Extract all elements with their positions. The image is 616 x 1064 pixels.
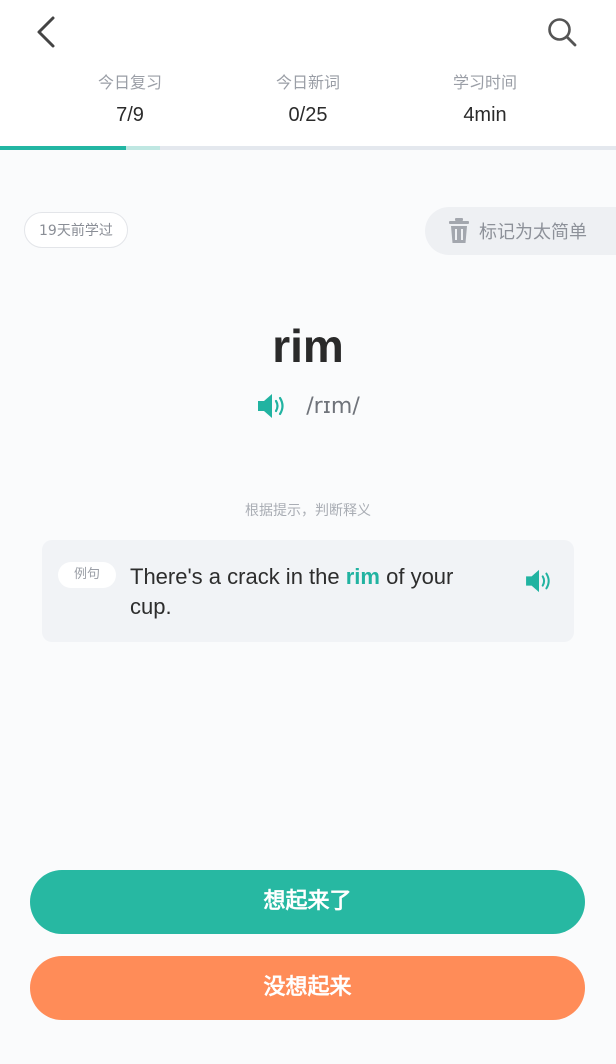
phonetic-transcription: /rɪm/ bbox=[306, 393, 360, 419]
stat-label: 今日复习 bbox=[97, 73, 162, 92]
stats-bar: 今日复习 7/9 今日新词 0/25 学习时间 4min bbox=[0, 64, 616, 148]
stat-label: 今日新词 bbox=[275, 73, 340, 92]
stat-value: 0/25 bbox=[288, 104, 328, 126]
stat-review: 今日复习 7/9 bbox=[50, 64, 210, 128]
speaker-icon bbox=[258, 394, 284, 418]
forgot-button[interactable]: 没想起来 bbox=[30, 956, 585, 1020]
mark-too-easy-label: 标记为太简单 bbox=[479, 222, 587, 243]
stat-study-time: 学习时间 4min bbox=[405, 64, 565, 128]
stat-value: 7/9 bbox=[116, 104, 144, 126]
example-tag: 例句 bbox=[58, 562, 116, 588]
search-icon bbox=[548, 18, 577, 47]
stat-value: 4min bbox=[463, 104, 507, 126]
top-nav-bar bbox=[0, 0, 616, 65]
chevron-left-icon bbox=[37, 16, 55, 48]
back-button[interactable] bbox=[26, 10, 66, 54]
example-text-before: There's a crack in the bbox=[130, 564, 346, 589]
search-button[interactable] bbox=[542, 10, 582, 54]
example-sentence: There's a crack in the rim of your cup. bbox=[130, 562, 470, 622]
mark-too-easy-button[interactable]: 标记为太简单 bbox=[425, 207, 616, 255]
last-learned-badge: 19天前学过 bbox=[24, 212, 128, 248]
word-headword: rim bbox=[272, 320, 344, 372]
trash-icon bbox=[449, 218, 469, 243]
progress-bar bbox=[0, 146, 616, 150]
example-audio-button[interactable] bbox=[522, 564, 556, 598]
pronunciation-row: /rɪm/ bbox=[0, 388, 616, 424]
remembered-button[interactable]: 想起来了 bbox=[30, 870, 585, 934]
example-highlight-word: rim bbox=[345, 564, 380, 589]
speaker-icon bbox=[526, 569, 550, 593]
word-audio-button[interactable] bbox=[256, 390, 288, 422]
hint-text: 根据提示，判断释义 bbox=[245, 503, 371, 519]
example-sentence-card: 例句 There's a crack in the rim of your cu… bbox=[42, 540, 574, 642]
stat-new-words: 今日新词 0/25 bbox=[228, 64, 388, 128]
stat-label: 学习时间 bbox=[452, 73, 517, 92]
progress-fill bbox=[0, 146, 127, 150]
